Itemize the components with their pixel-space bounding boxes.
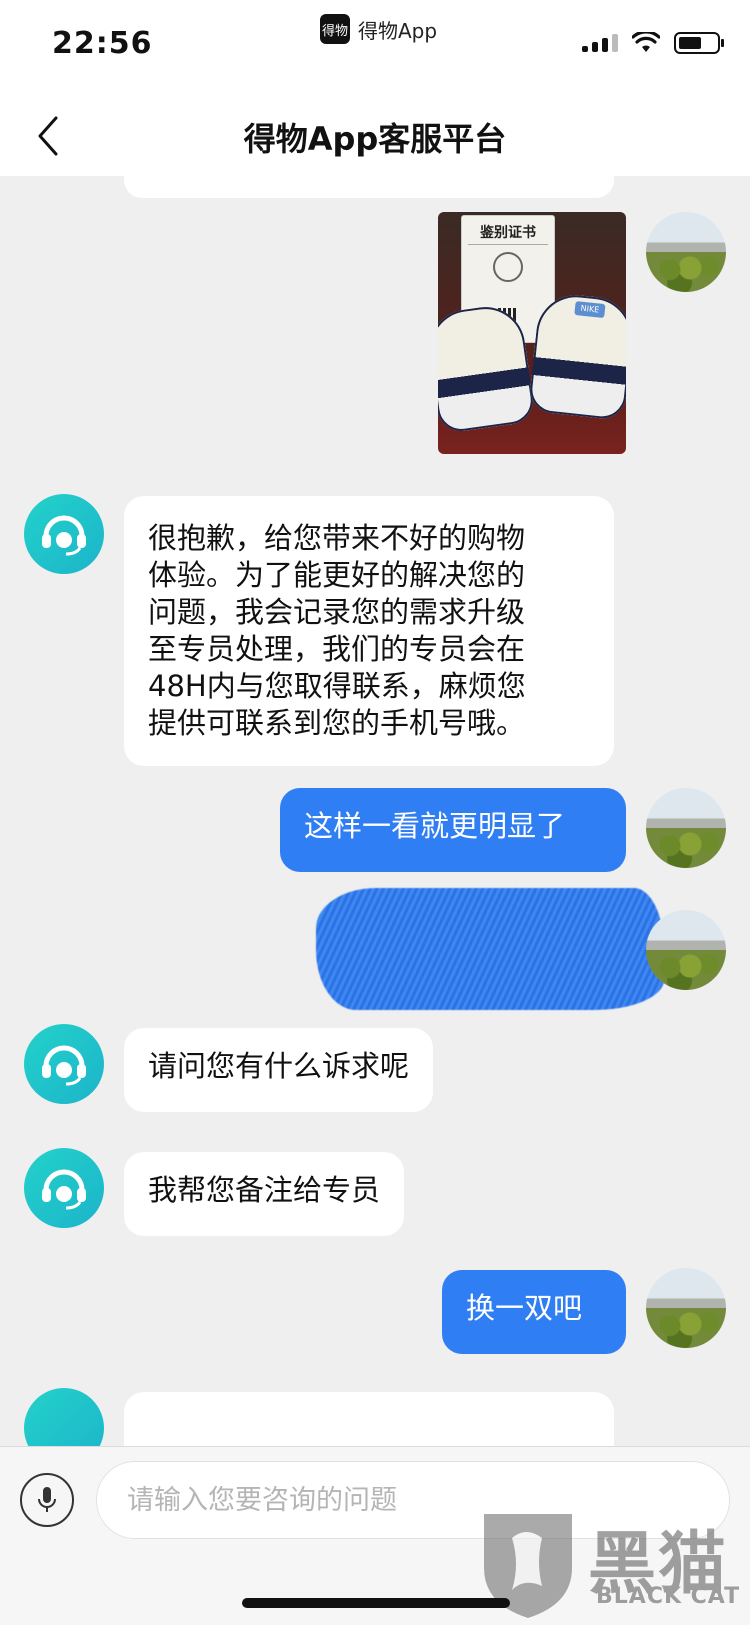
agent-avatar[interactable] [24, 1024, 104, 1104]
app-indicator-pill[interactable]: 得物 得物App [320, 12, 437, 46]
user-message-bubble: 换一双吧 [442, 1270, 626, 1354]
customer-service-headset-icon [42, 1045, 86, 1086]
agent-message-bubble-partial [124, 1392, 614, 1446]
agent-avatar[interactable] [24, 1148, 104, 1228]
chat-message-list[interactable]: 鉴别证书 NIKE 很抱歉，给您带来不好的购物 体验。为了能更好的解决您的 问题… [0, 176, 750, 1446]
agent-message-bubble: 请问您有什么诉求呢 [124, 1028, 434, 1112]
certificate-seal [493, 252, 523, 282]
wifi-icon [632, 32, 660, 52]
battery-icon [674, 32, 724, 54]
user-message-bubble: 这样一看就更明显了 [280, 788, 626, 872]
customer-service-headset-icon [42, 515, 86, 556]
cellular-signal-icon [582, 34, 618, 52]
voice-input-button[interactable] [20, 1473, 74, 1527]
user-avatar[interactable] [646, 1268, 726, 1348]
app-indicator-label: 得物App [358, 18, 438, 43]
certificate-title: 鉴别证书 [468, 222, 548, 245]
app-logo: 得物 [320, 14, 350, 44]
page-title: 得物App客服平台 [243, 120, 507, 158]
status-bar: 22:56 得物 得物App [0, 0, 750, 96]
user-avatar[interactable] [646, 910, 726, 990]
agent-message-bubble: 我帮您备注给专员 [124, 1152, 405, 1236]
agent-avatar[interactable] [24, 1388, 104, 1446]
agent-avatar[interactable] [24, 494, 104, 574]
black-cat-watermark: 黑猫 BLACK CAT [478, 1508, 750, 1624]
previous-message-bubble [124, 176, 614, 198]
user-avatar[interactable] [646, 788, 726, 868]
customer-service-headset-icon [42, 1169, 86, 1210]
shoe-brand-tag: NIKE [574, 301, 606, 319]
navigation-bar: 得物App客服平台 [0, 96, 750, 176]
status-time: 22:56 [52, 26, 153, 61]
agent-message-bubble: 很抱歉，给您带来不好的购物 体验。为了能更好的解决您的 问题，我会记录您的需求升… [124, 496, 614, 766]
microphone-icon [38, 1487, 56, 1512]
home-indicator[interactable] [242, 1598, 510, 1608]
status-icons [582, 32, 724, 54]
user-avatar[interactable] [646, 212, 726, 292]
photo-message[interactable]: 鉴别证书 NIKE [438, 212, 626, 454]
watermark-english-text: BLACK CAT [596, 1584, 741, 1609]
redacted-message [316, 888, 664, 1010]
